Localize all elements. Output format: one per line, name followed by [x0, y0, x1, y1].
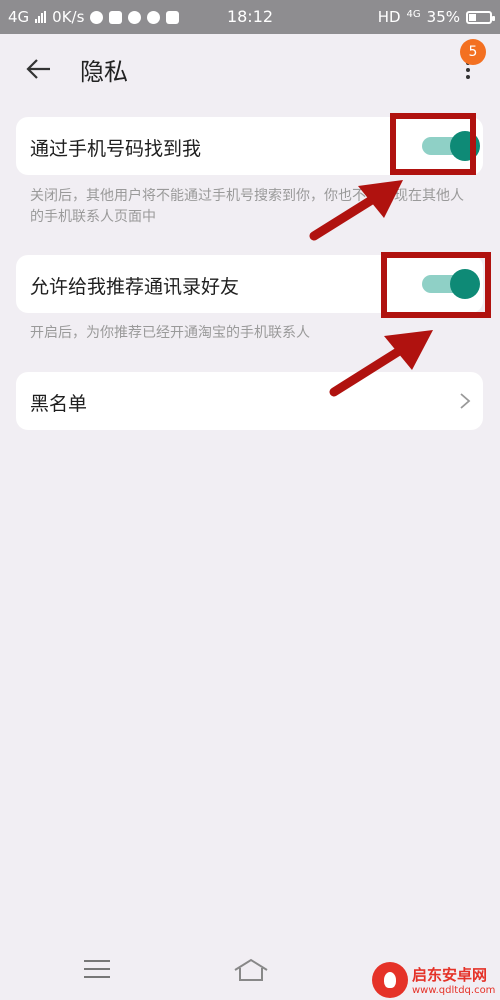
- recommend-contacts-label: 允许给我推荐通讯录好友: [30, 276, 240, 298]
- watermark-logo-icon: [372, 962, 408, 998]
- net-indicator: 4G: [406, 8, 421, 20]
- notification-badge: 5: [460, 39, 486, 65]
- blacklist-label: 黑名单: [30, 393, 88, 415]
- chevron-right-icon: [460, 393, 471, 409]
- watermark: 启东安卓网 www.qdltdq.com: [372, 960, 500, 1000]
- menu-icon[interactable]: [84, 960, 110, 980]
- battery-fill: [469, 13, 476, 21]
- app-bar: 隐私 5: [0, 34, 500, 104]
- annotation-arrow-2: [329, 330, 433, 397]
- status-bar: 4G 0K/s 18:12 HD 4G 35%: [0, 0, 500, 34]
- battery-icon: [466, 10, 495, 24]
- home-icon[interactable]: [232, 956, 270, 984]
- watermark-text: 启东安卓网 www.qdltdq.com: [412, 964, 495, 996]
- annotation-box-1: [390, 113, 476, 175]
- back-arrow-icon[interactable]: [24, 54, 54, 84]
- watermark-url: www.qdltdq.com: [412, 985, 496, 996]
- status-right: HD 4G 35%: [377, 8, 495, 26]
- hd-indicator: HD: [377, 8, 401, 26]
- battery-percent: 35%: [426, 8, 460, 26]
- find-by-phone-label: 通过手机号码找到我: [30, 138, 202, 160]
- watermark-name: 启东安卓网: [412, 966, 488, 984]
- page-title: 隐私: [80, 58, 128, 86]
- annotation-arrow-1: [309, 180, 403, 241]
- annotation-box-2: [381, 252, 491, 318]
